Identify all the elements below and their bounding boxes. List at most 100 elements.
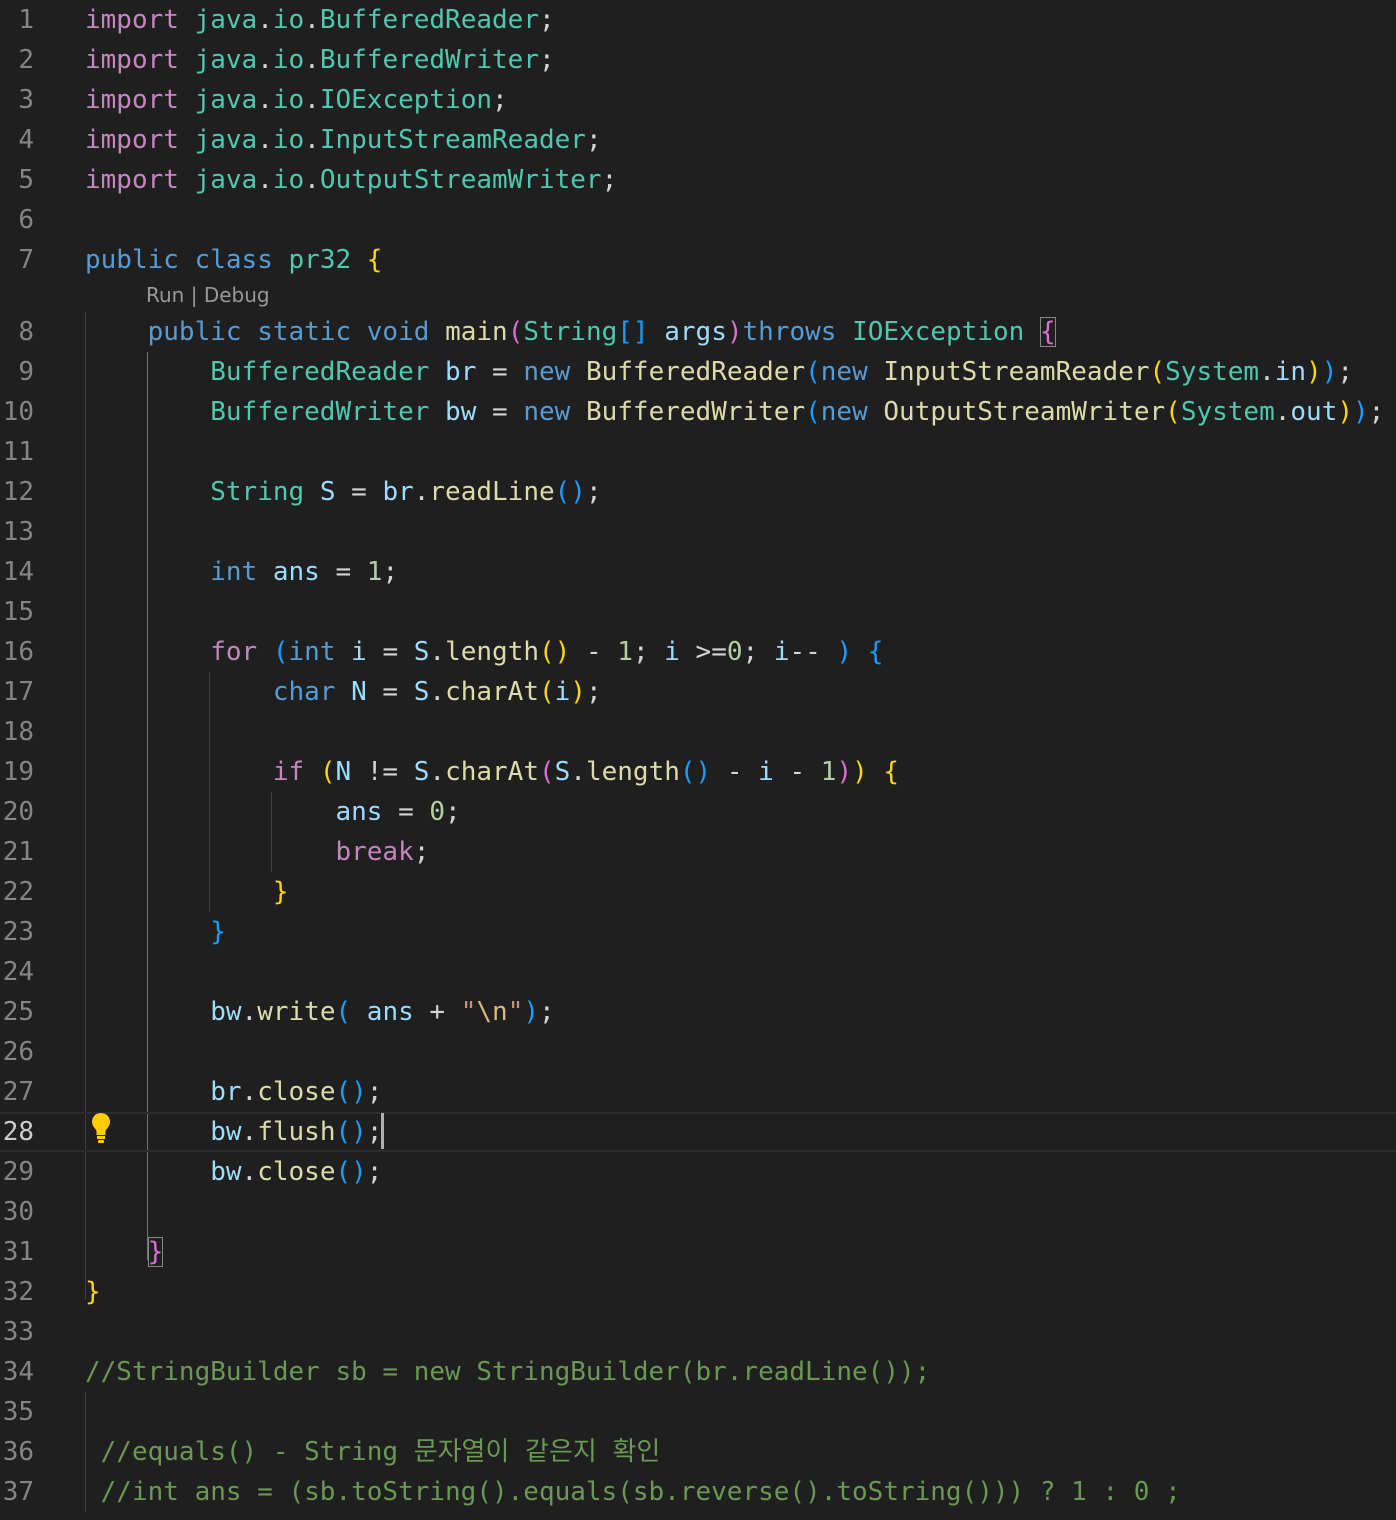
code-line[interactable]: 22 } bbox=[0, 872, 1396, 912]
code-token: = bbox=[476, 357, 524, 387]
code-token: close bbox=[257, 1077, 336, 1107]
code-token: i bbox=[351, 637, 367, 667]
code-line[interactable]: 35 bbox=[0, 1392, 1396, 1432]
code-editor[interactable]: 1 import java.io.BufferedReader; 2 import j… bbox=[0, 0, 1396, 1520]
code-line[interactable]: 33 bbox=[0, 1312, 1396, 1352]
code-line[interactable]: 25 bw.write( ans + "\n"); bbox=[0, 992, 1396, 1032]
code-line[interactable]: 18 bbox=[0, 712, 1396, 752]
code-token: } bbox=[272, 877, 289, 907]
code-line[interactable]: 14 int ans = 1; bbox=[0, 552, 1396, 592]
line-number: 15 bbox=[2, 597, 34, 627]
code-line[interactable]: 9 BufferedReader br = new BufferedReader… bbox=[0, 352, 1396, 392]
code-token: new bbox=[523, 397, 571, 427]
code-token: i bbox=[664, 637, 680, 667]
code-token: length bbox=[585, 757, 680, 787]
code-token: System bbox=[1180, 397, 1275, 427]
code-line[interactable]: 4 import java.io.InputStreamReader; bbox=[0, 120, 1396, 160]
code-line[interactable]: 10 BufferedWriter bw = new BufferedWrite… bbox=[0, 392, 1396, 432]
code-line[interactable]: 13 bbox=[0, 512, 1396, 552]
line-number: 17 bbox=[2, 677, 34, 707]
code-line[interactable]: 5 import java.io.OutputStreamWriter; bbox=[0, 160, 1396, 200]
code-line[interactable]: 11 bbox=[0, 432, 1396, 472]
code-token: { bbox=[883, 757, 900, 787]
line-code: } bbox=[85, 1272, 101, 1312]
code-token: { bbox=[867, 637, 884, 667]
code-token: ; bbox=[366, 1077, 383, 1107]
line-number: 33 bbox=[2, 1317, 34, 1347]
code-line[interactable]: 8 public static void main(String[] args)… bbox=[0, 312, 1396, 352]
code-token: new bbox=[820, 397, 868, 427]
line-number: 4 bbox=[18, 125, 34, 155]
lightbulb-icon[interactable] bbox=[90, 1111, 112, 1145]
codelens-run-link[interactable]: Run bbox=[146, 283, 184, 307]
code-line[interactable]: 27 br.close(); bbox=[0, 1072, 1396, 1112]
code-token: 0 bbox=[429, 797, 446, 827]
line-code: if (N != S.charAt(S.length() - i - 1)) { bbox=[85, 752, 899, 792]
line-code: import java.io.BufferedWriter; bbox=[85, 40, 555, 80]
code-token: - bbox=[773, 757, 821, 787]
line-number: 5 bbox=[18, 165, 34, 195]
code-token: ; bbox=[538, 5, 555, 35]
code-line[interactable]: 28 bw.flush(); bbox=[0, 1112, 1396, 1152]
code-line[interactable]: 1 import java.io.BufferedReader; bbox=[0, 0, 1396, 40]
code-line[interactable]: 21 break; bbox=[0, 832, 1396, 872]
code-token: . bbox=[429, 677, 446, 707]
code-token: ( bbox=[319, 757, 336, 787]
codelens-debug-link[interactable]: Debug bbox=[204, 283, 270, 307]
code-line[interactable]: 20 ans = 0; bbox=[0, 792, 1396, 832]
code-token: = bbox=[366, 677, 414, 707]
code-line[interactable]: 7 public class pr32 { bbox=[0, 240, 1396, 280]
code-line[interactable]: 12 String S = br.readLine(); bbox=[0, 472, 1396, 512]
code-token: = bbox=[366, 637, 414, 667]
code-line[interactable]: 29 bw.close(); bbox=[0, 1152, 1396, 1192]
code-line[interactable]: 31 } bbox=[0, 1232, 1396, 1272]
code-line[interactable]: 32} bbox=[0, 1272, 1396, 1312]
code-token: . bbox=[241, 1077, 258, 1107]
code-line[interactable]: 34 //StringBuilder sb = new StringBuilder… bbox=[0, 1352, 1396, 1392]
code-line[interactable]: 23 } bbox=[0, 912, 1396, 952]
code-token: i bbox=[554, 677, 571, 707]
code-line[interactable]: 19 if (N != S.charAt(S.length() - i - 1)… bbox=[0, 752, 1396, 792]
code-token: import bbox=[85, 125, 179, 155]
code-line[interactable]: 26 bbox=[0, 1032, 1396, 1072]
code-token: . bbox=[429, 637, 446, 667]
code-token: S bbox=[413, 757, 430, 787]
code-token: BufferedReader bbox=[319, 5, 539, 35]
code-line[interactable]: 24 bbox=[0, 952, 1396, 992]
code-token: ) bbox=[523, 997, 540, 1027]
line-number: 21 bbox=[2, 837, 34, 867]
code-line[interactable]: 30 bbox=[0, 1192, 1396, 1232]
code-line[interactable]: 2 import java.io.BufferedWriter; bbox=[0, 40, 1396, 80]
code-token: ; bbox=[585, 477, 602, 507]
code-token: InputStreamReader bbox=[883, 357, 1150, 387]
code-line[interactable]: 36 //equals() - String 문자열이 같은지 확인 bbox=[0, 1432, 1396, 1472]
code-line[interactable]: 3 import java.io.IOException; bbox=[0, 80, 1396, 120]
line-number: 32 bbox=[2, 1277, 34, 1307]
line-number: 7 bbox=[18, 245, 34, 275]
code-token: = bbox=[382, 797, 430, 827]
code-line[interactable]: 17 char N = S.charAt(i); bbox=[0, 672, 1396, 712]
code-line[interactable]: 15 bbox=[0, 592, 1396, 632]
line-number: 24 bbox=[2, 957, 34, 987]
code-token: ( bbox=[1149, 357, 1166, 387]
code-token: N bbox=[335, 757, 352, 787]
code-line[interactable]: 16 for (int i = S.length() - 1; i >=0; i… bbox=[0, 632, 1396, 672]
code-line[interactable]: 37 //int ans = (sb.toString().equals(sb.… bbox=[0, 1472, 1396, 1512]
code-token: import bbox=[85, 165, 179, 195]
code-token: i bbox=[773, 637, 790, 667]
code-token: throws bbox=[742, 317, 837, 347]
code-token: if bbox=[272, 757, 305, 787]
code-token: . bbox=[304, 45, 320, 75]
code-token: 1 bbox=[820, 757, 837, 787]
code-line[interactable]: 6 bbox=[0, 200, 1396, 240]
code-token: class bbox=[194, 245, 273, 275]
